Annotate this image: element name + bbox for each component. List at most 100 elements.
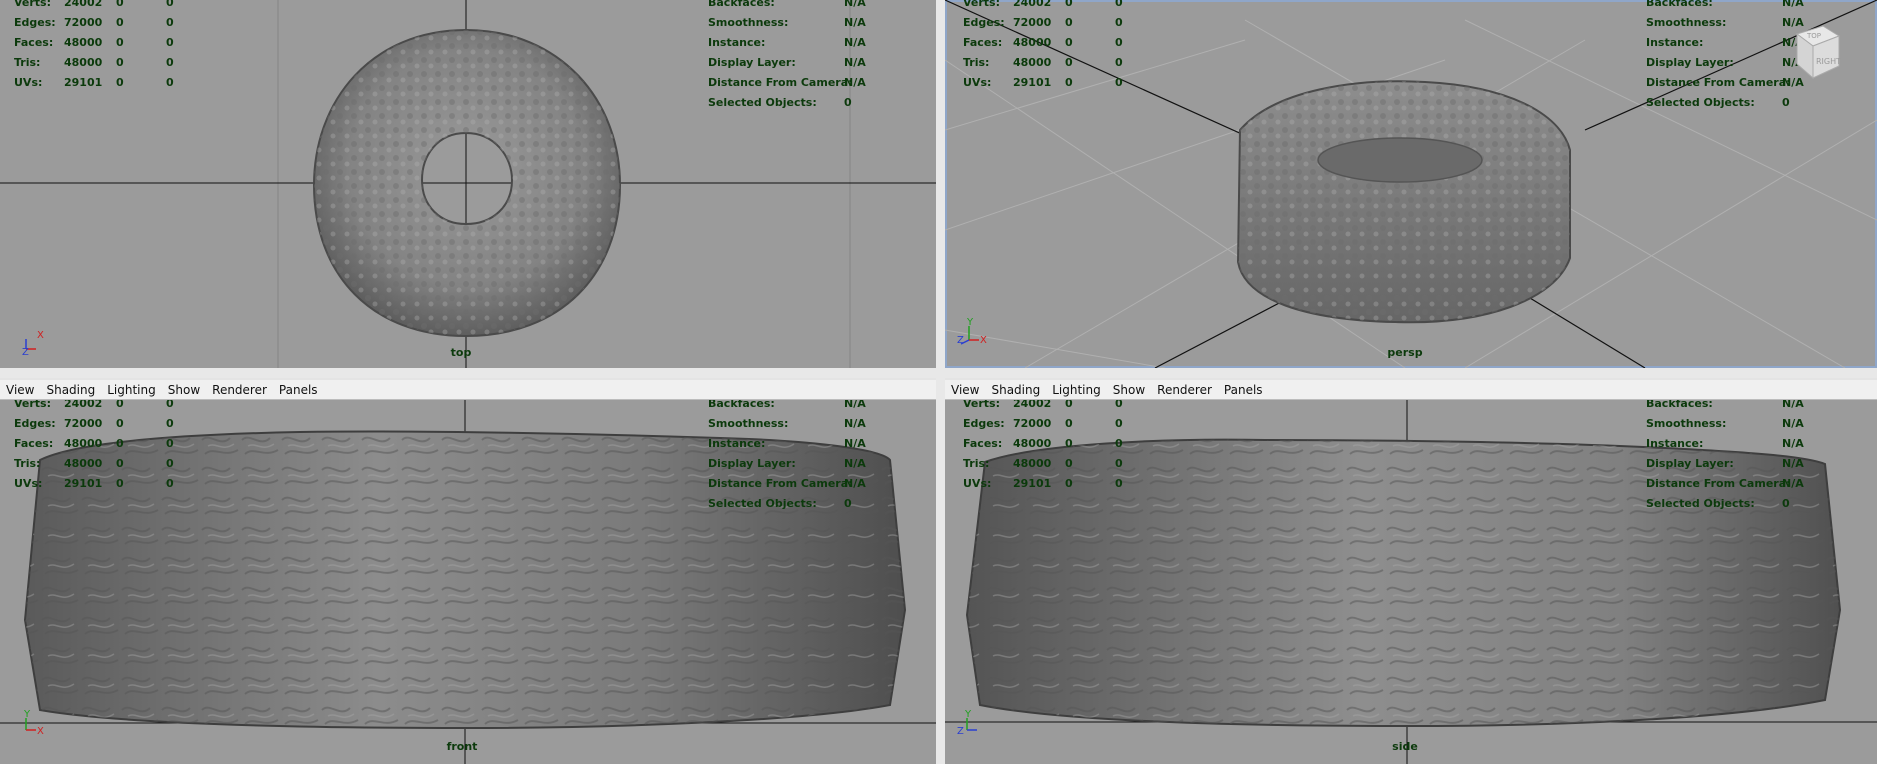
- hud-value: 0: [1115, 477, 1123, 490]
- hud-value: 24002: [1013, 400, 1052, 410]
- hud-label: UVs:: [14, 76, 43, 89]
- hud-value: 0: [1782, 96, 1790, 109]
- hud-value: 0: [1115, 417, 1123, 430]
- hud-value: 48000: [1013, 437, 1052, 450]
- hud-value: 24002: [64, 0, 103, 9]
- hud-label: Tris:: [963, 56, 990, 69]
- hud-value: 0: [166, 16, 174, 29]
- pane-divider-horizontal[interactable]: [0, 368, 1877, 378]
- hud-label: Edges:: [963, 417, 1005, 430]
- viewcube-icon[interactable]: RIGHT TOP: [1785, 20, 1845, 80]
- hud-value: 0: [1115, 16, 1123, 29]
- camera-label: persp: [1387, 346, 1423, 359]
- hud-label: Distance From Camera:: [708, 477, 853, 490]
- hud-value: 0: [116, 16, 124, 29]
- menu-shading[interactable]: Shading: [991, 383, 1040, 397]
- hud-label: Display Layer:: [708, 457, 796, 470]
- hud-value: 48000: [1013, 457, 1052, 470]
- hud-value: 0: [1065, 0, 1073, 9]
- hud-label: Verts:: [963, 400, 1001, 410]
- menu-show[interactable]: Show: [1113, 383, 1145, 397]
- axis-label: Y: [964, 709, 972, 720]
- hud-value: 0: [116, 76, 124, 89]
- hud-value: 0: [166, 417, 174, 430]
- hud-poly-count-side: Verts: 24002 0 0 Edges: 72000 0 0 Faces: 48000 0…: [963, 400, 1123, 494]
- hud-label: Edges:: [963, 16, 1005, 29]
- hud-label: Faces:: [14, 437, 54, 450]
- hud-value: 0: [166, 437, 174, 450]
- menu-show[interactable]: Show: [168, 383, 200, 397]
- hud-value: 0: [1115, 457, 1123, 470]
- hud-value: 24002: [1013, 0, 1052, 9]
- pane-divider-vertical[interactable]: [936, 0, 945, 764]
- hud-label: Faces:: [963, 36, 1003, 49]
- hud-label: Smoothness:: [1646, 417, 1727, 430]
- axis-label: Y: [966, 317, 974, 328]
- hud-value: 0: [1065, 16, 1073, 29]
- hud-label: Instance:: [708, 437, 766, 450]
- hud-label: Edges:: [14, 417, 56, 430]
- hud-value: 0: [166, 0, 174, 9]
- hud-value: N/A: [1782, 0, 1804, 9]
- viewport-persp[interactable]: Verts: 24002 0 0 Edges: 72000 0 0 Faces: 48000 0…: [945, 0, 1877, 368]
- axis-gizmo-icon: Y Z: [957, 709, 977, 737]
- panel-menubar-front: View Shading Lighting Show Renderer Pane…: [0, 380, 936, 400]
- hud-label: Distance From Camera:: [1646, 76, 1791, 89]
- axis-label: Y: [23, 709, 31, 720]
- axis-label: X: [37, 726, 44, 737]
- hud-label: Display Layer:: [1646, 56, 1734, 69]
- hud-value: N/A: [1782, 417, 1804, 430]
- axis-label: Z: [22, 347, 29, 357]
- hud-label: Faces:: [963, 437, 1003, 450]
- hud-label: Display Layer:: [1646, 457, 1734, 470]
- menu-lighting[interactable]: Lighting: [1052, 383, 1101, 397]
- hud-value: 0: [844, 497, 852, 510]
- menu-lighting[interactable]: Lighting: [107, 383, 156, 397]
- hud-value: 0: [1065, 437, 1073, 450]
- viewport-side[interactable]: Verts: 24002 0 0 Edges: 72000 0 0 Faces: 48000 0…: [945, 400, 1877, 764]
- hud-poly-count-top: Verts: 24002 0 0 Edges: 72000 0 0 Faces: 48000 0…: [14, 0, 174, 93]
- hud-value: 29101: [1013, 76, 1052, 89]
- viewport-front[interactable]: Verts: 24002 0 0 Edges: 72000 0 0 Faces: 48000 0…: [0, 400, 936, 764]
- hud-value: 0: [116, 457, 124, 470]
- viewcube-face-label: RIGHT: [1816, 57, 1841, 66]
- menu-panels[interactable]: Panels: [279, 383, 318, 397]
- menu-view[interactable]: View: [951, 383, 979, 397]
- menu-renderer[interactable]: Renderer: [212, 383, 267, 397]
- hud-value: 0: [1115, 0, 1123, 9]
- hud-object-details-front: Backfaces: N/A Smoothness: N/A Instance: N/…: [708, 400, 866, 514]
- hud-value: 0: [116, 36, 124, 49]
- viewport-top[interactable]: Verts: 24002 0 0 Edges: 72000 0 0 Faces: 48000 0…: [0, 0, 936, 368]
- menu-renderer[interactable]: Renderer: [1157, 383, 1212, 397]
- hud-value: 0: [166, 400, 174, 410]
- hud-label: Verts:: [14, 400, 52, 410]
- hud-label: Faces:: [14, 36, 54, 49]
- torus-mesh-persp[interactable]: [1236, 80, 1571, 324]
- hud-value: N/A: [844, 477, 866, 490]
- hud-object-details-side: Backfaces: N/A Smoothness: N/A Instance: N/…: [1646, 400, 1804, 514]
- hud-value: 0: [1115, 400, 1123, 410]
- hud-value: 0: [116, 400, 124, 410]
- menu-panels[interactable]: Panels: [1224, 383, 1263, 397]
- hud-label: Verts:: [963, 0, 1001, 9]
- hud-value: 29101: [64, 76, 103, 89]
- hud-label: Tris:: [963, 457, 990, 470]
- hud-value: 0: [1115, 36, 1123, 49]
- hud-value: N/A: [844, 0, 866, 9]
- hud-value: N/A: [844, 36, 866, 49]
- hud-value: 0: [844, 96, 852, 109]
- menu-shading[interactable]: Shading: [46, 383, 95, 397]
- hud-object-details-top: Backfaces: N/A Smoothness: N/A Instance: N/…: [708, 0, 866, 113]
- hud-value: 48000: [64, 56, 103, 69]
- hud-value: 0: [1115, 437, 1123, 450]
- hud-value: 0: [166, 457, 174, 470]
- menu-view[interactable]: View: [6, 383, 34, 397]
- hud-label: Distance From Camera:: [1646, 477, 1791, 490]
- hud-poly-count-persp: Verts: 24002 0 0 Edges: 72000 0 0 Faces: 48000 0…: [963, 0, 1123, 93]
- hud-label: Backfaces:: [1646, 400, 1713, 410]
- hud-poly-count-front: Verts: 24002 0 0 Edges: 72000 0 0 Faces: 48000 0…: [14, 400, 174, 494]
- hud-value: 0: [166, 36, 174, 49]
- hud-label: Tris:: [14, 56, 41, 69]
- axis-label: X: [980, 335, 987, 346]
- camera-label: front: [446, 740, 478, 753]
